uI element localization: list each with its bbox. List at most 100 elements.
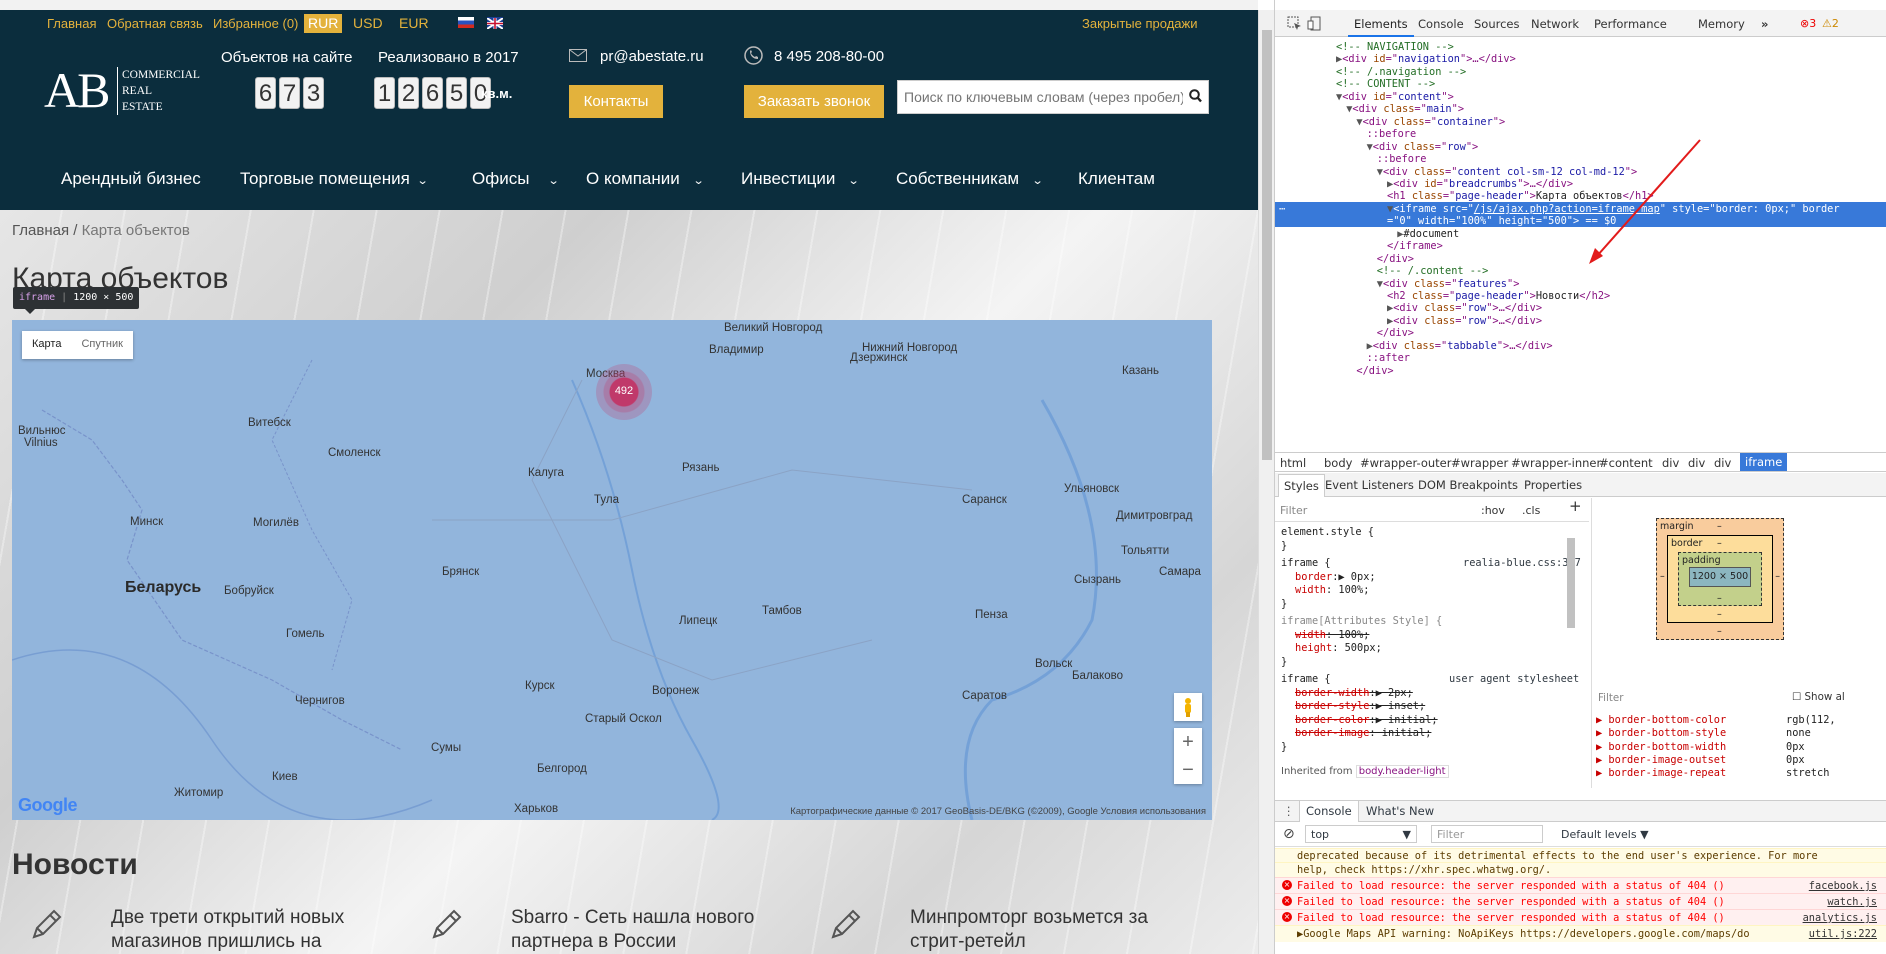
tab-console[interactable]: Console [1418, 17, 1464, 31]
news-item[interactable]: Sbarro - Сеть нашла нового партнера в Ро… [511, 906, 781, 954]
tab-properties[interactable]: Properties [1524, 478, 1582, 492]
show-all-checkbox[interactable]: ☐ Show al [1792, 691, 1845, 703]
box-model-padding[interactable]: padding – 1200 × 500 [1678, 552, 1762, 606]
currency-rur[interactable]: RUR [304, 14, 343, 33]
console-message-source[interactable]: util.js:222 [1809, 926, 1877, 943]
computed-property[interactable]: ▶ border-image-repeat stretch [1596, 767, 1829, 779]
map-type-map[interactable]: Карта [22, 331, 71, 359]
news-item[interactable]: Две трети открытий новых магазинов пришл… [111, 906, 381, 954]
console-message-source[interactable]: watch.js [1827, 894, 1877, 910]
email-link[interactable]: pr@abestate.ru [600, 48, 704, 65]
device-toolbar-icon[interactable] [1307, 16, 1322, 34]
inspect-element-icon[interactable] [1287, 16, 1302, 34]
dom-breadcrumb-item[interactable]: div [1662, 456, 1679, 470]
console-message-source[interactable]: analytics.js [1803, 910, 1877, 926]
styles-scrollbar-thumb[interactable] [1567, 538, 1575, 628]
google-logo[interactable]: Google [18, 795, 78, 816]
cls-toggle[interactable]: .cls [1522, 504, 1540, 518]
nav-item-offices[interactable]: Офисы ⌄ [472, 169, 560, 189]
dom-breadcrumb-item[interactable]: div [1688, 456, 1705, 470]
inherited-selector[interactable]: body.header-light [1355, 765, 1449, 778]
clear-console-icon[interactable]: ⊘ [1283, 826, 1295, 842]
computed-property[interactable]: ▶ border-bottom-width 0px [1596, 741, 1805, 753]
tab-dom-breakpoints[interactable]: DOM Breakpoints [1418, 478, 1518, 492]
map-type-satellite[interactable]: Спутник [71, 331, 132, 359]
dom-breadcrumb-item[interactable]: div [1714, 456, 1731, 470]
dom-breadcrumb-item[interactable]: #wrapper-outer [1360, 456, 1451, 470]
topbar-link-feedback[interactable]: Обратная связь [107, 16, 203, 31]
nav-item-investments[interactable]: Инвестиции ⌄ [741, 169, 860, 189]
log-levels-dropdown[interactable]: Default levels ▼ [1561, 828, 1649, 841]
css-declaration[interactable]: width: 100%; [1295, 584, 1369, 598]
box-model-margin[interactable]: margin – – – – border – – padding – 1200… [1656, 518, 1784, 640]
dom-breadcrumb-item[interactable]: #content [1599, 456, 1653, 470]
nav-item-owners[interactable]: Собственникам ⌄ [896, 169, 1044, 189]
hov-toggle[interactable]: :hov [1481, 504, 1505, 518]
search-icon[interactable] [1189, 89, 1202, 108]
css-declaration[interactable]: border-width:▶ 2px; [1295, 687, 1413, 701]
computed-property[interactable]: ▶ border-image-outset 0px [1596, 754, 1805, 766]
zoom-in-button[interactable]: + [1174, 728, 1202, 756]
tab-memory[interactable]: Memory [1698, 17, 1745, 31]
dom-breadcrumb-item[interactable]: iframe [1740, 453, 1788, 471]
css-declaration[interactable]: border:▶ 0px; [1295, 571, 1376, 585]
callback-button[interactable]: Заказать звонок [744, 85, 884, 118]
css-declaration[interactable]: border-image: initial; [1295, 727, 1431, 741]
console-warning[interactable]: help, check https://xhr.spec.whatwg.org/… [1275, 862, 1886, 877]
css-declaration[interactable]: height: 500px; [1295, 642, 1382, 656]
box-model-content[interactable]: 1200 × 500 [1689, 567, 1751, 587]
dom-node-selected[interactable]: ⋯ ▼<iframe src="/js/ajax.php?action=ifram… [1275, 201, 1886, 215]
tab-performance[interactable]: Performance [1594, 17, 1667, 31]
map-cluster-marker[interactable]: 492 [596, 364, 652, 420]
topbar-link-home[interactable]: Главная [47, 16, 96, 31]
street-view-pegman-icon[interactable] [1174, 693, 1202, 721]
context-selector[interactable]: top ▼ [1305, 825, 1417, 843]
css-rule-source[interactable]: realia-blue.css:347 [1463, 557, 1581, 571]
tab-event-listeners[interactable]: Event Listeners [1325, 478, 1414, 492]
nav-item-retail[interactable]: Торговые помещения ⌄ [240, 169, 428, 189]
flag-ru-icon[interactable] [458, 17, 474, 28]
drawer-tab-console[interactable]: Console [1299, 801, 1359, 822]
add-rule-icon[interactable]: + [1569, 499, 1582, 514]
computed-property[interactable]: ▶ border-bottom-style none [1596, 727, 1811, 739]
dom-breadcrumb-item[interactable]: html [1280, 456, 1306, 470]
drawer-tab-whats-new[interactable]: What's New [1366, 804, 1434, 818]
console-error[interactable]: × Failed to load resource: the server res… [1275, 877, 1886, 893]
news-item[interactable]: Минпромторг возьмется за стрит-ретейл [910, 906, 1180, 954]
nav-item-rental-business[interactable]: Арендный бизнес [61, 169, 201, 189]
console-error[interactable]: × Failed to load resource: the server res… [1275, 909, 1886, 925]
box-model-border[interactable]: border – – padding – 1200 × 500 [1667, 535, 1773, 623]
css-declaration[interactable]: width: 100%; [1295, 629, 1369, 643]
warning-count-badge[interactable]: ⚠2 [1822, 17, 1839, 30]
tab-network[interactable]: Network [1531, 17, 1579, 31]
dom-tree[interactable]: <!-- NAVIGATION --> ▶<div id="navigation"… [1275, 40, 1886, 450]
nav-item-about[interactable]: О компании ⌄ [586, 169, 704, 189]
map-iframe[interactable]: Карта Спутник Великий Новгород Нижний Но… [12, 320, 1212, 820]
tab-elements[interactable]: Elements [1348, 17, 1414, 37]
more-tabs-button[interactable]: » [1761, 17, 1768, 31]
console-warning[interactable]: deprecated because of its detrimental ef… [1275, 848, 1886, 862]
console-warning[interactable]: ▶Google Maps API warning: NoApiKeys http… [1275, 925, 1886, 942]
computed-filter-input[interactable]: Filter [1598, 692, 1624, 704]
map-attribution[interactable]: Картографические данные © 2017 GeoBasis-… [790, 806, 1206, 817]
contacts-button[interactable]: Контакты [569, 85, 663, 118]
search-input[interactable] [898, 81, 1183, 113]
console-filter-input[interactable]: Filter [1431, 825, 1543, 843]
breadcrumb-home[interactable]: Главная [12, 222, 69, 239]
styles-filter-input[interactable]: Filter [1280, 504, 1307, 518]
console-error[interactable]: × Failed to load resource: the server res… [1275, 893, 1886, 909]
logo[interactable]: AB COMMERCIAL REAL ESTATE [44, 61, 214, 121]
dom-node-selected[interactable]: ="0" width="100%" height="500"> == $0 [1275, 214, 1886, 227]
console-message-source[interactable]: facebook.js [1809, 878, 1877, 894]
dom-breadcrumb-item[interactable]: #wrapper-inner [1511, 456, 1601, 470]
dom-breadcrumb-item[interactable]: body [1324, 456, 1352, 470]
css-declaration[interactable]: border-style:▶ inset; [1295, 700, 1425, 714]
drawer-menu-icon[interactable]: ⋮ [1283, 804, 1295, 818]
page-scrollbar[interactable] [1258, 10, 1274, 954]
computed-property[interactable]: ▶ border-bottom-color rgb(112, [1596, 714, 1836, 726]
nav-item-clients[interactable]: Клиентам [1078, 169, 1155, 189]
tab-sources[interactable]: Sources [1474, 17, 1520, 31]
phone-number[interactable]: 8 495 208-80-00 [774, 48, 884, 65]
scrollbar-thumb[interactable] [1262, 30, 1272, 460]
flag-uk-icon[interactable] [486, 17, 504, 30]
